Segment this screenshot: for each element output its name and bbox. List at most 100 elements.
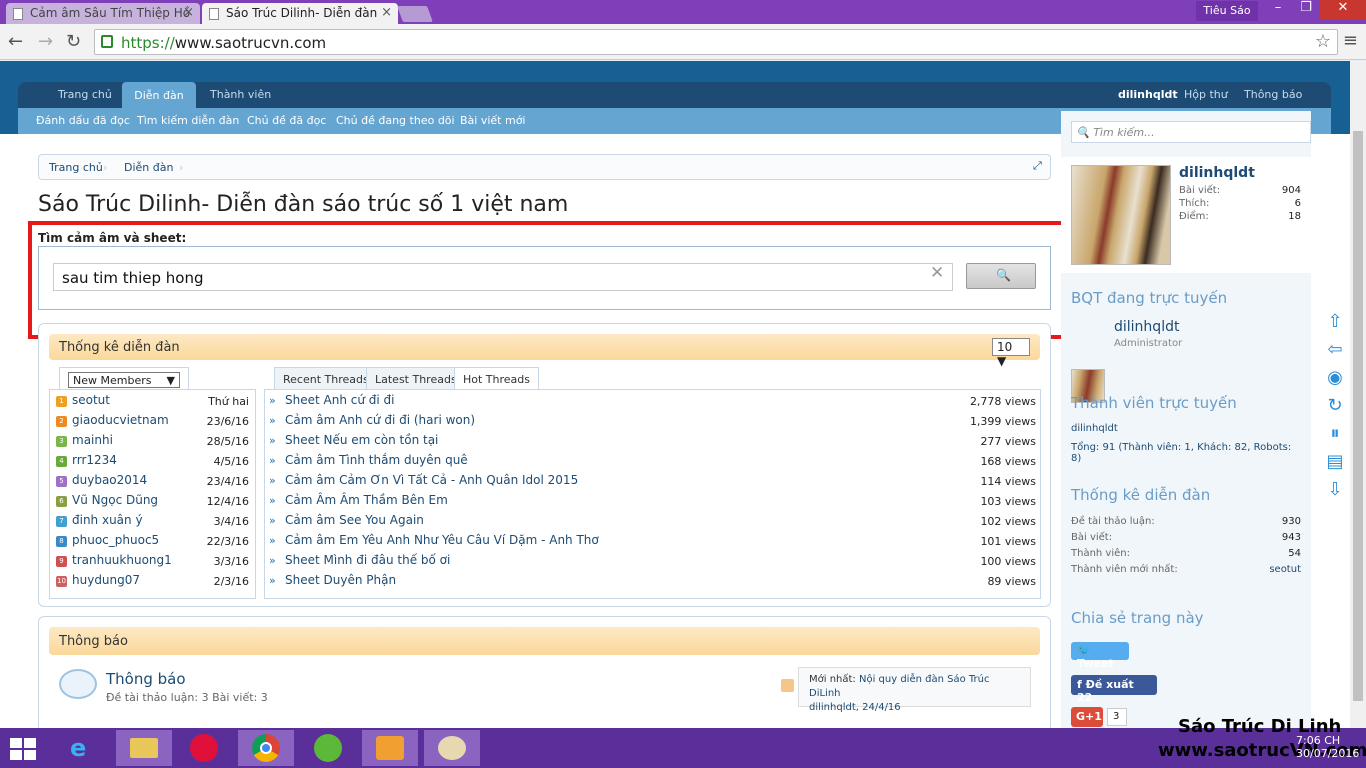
list-item[interactable]: 4 rrr1234 4/5/16 xyxy=(54,452,253,472)
bookmark-star-icon[interactable]: ☆ xyxy=(1315,31,1331,52)
browser-tab-strip: Cảm âm Sâu Tím Thiệp Hồ × Sáo Trúc Dilin… xyxy=(0,0,1366,24)
double-arrow-icon: » xyxy=(269,454,276,467)
profile-button[interactable]: Tiêu Sáo xyxy=(1196,1,1258,21)
rank-icon: 9 xyxy=(56,556,67,567)
staff-username[interactable]: dilinhqldt xyxy=(1114,319,1179,335)
subnav-new-posts[interactable]: Bài viết mới xyxy=(460,114,525,127)
sidebar-search-input[interactable]: 🔍 Tìm kiếm... xyxy=(1071,121,1311,143)
list-item[interactable]: 5 duybao2014 23/4/16 xyxy=(54,472,253,492)
subnav-mark-read[interactable]: Đánh dấu đã đọc xyxy=(36,114,130,127)
scrollbar-thumb[interactable] xyxy=(1353,131,1363,701)
avatar[interactable] xyxy=(1071,165,1171,265)
table-row[interactable]: » Cảm âm Cảm Ơn Vì Tất Cả - Anh Quân Idol… xyxy=(265,472,1040,492)
maximize-icon[interactable]: ❐ xyxy=(1292,0,1320,20)
external-link-icon[interactable]: ⤢ xyxy=(1033,159,1042,173)
nav-user[interactable]: dilinhqldt xyxy=(1118,88,1178,101)
online-total: Tổng: 91 (Thành viên: 1, Khách: 82, Robo… xyxy=(1071,442,1292,464)
file-explorer-icon[interactable] xyxy=(116,730,172,766)
nav-forum[interactable]: Diễn đàn xyxy=(122,82,196,110)
list-item[interactable]: 7 đinh xuân ý 3/4/16 xyxy=(54,512,253,532)
refresh-icon[interactable]: ↻ xyxy=(1325,396,1345,416)
page-icon xyxy=(209,8,219,20)
scroll-bottom-icon[interactable]: ⇩ xyxy=(1325,480,1345,500)
minimize-icon[interactable]: – xyxy=(1264,0,1292,20)
app-icon[interactable] xyxy=(176,730,232,766)
forum-stats-title: Thống kê diễn đàn xyxy=(1071,486,1211,504)
table-row[interactable]: » Cảm Âm Âm Thầm Bên Em 103 views xyxy=(265,492,1040,512)
nav-home[interactable]: Trang chủ xyxy=(58,88,112,101)
page-title: Sáo Trúc Dilinh- Diễn đàn sáo trúc số 1 … xyxy=(38,192,569,217)
google-plus-button[interactable]: G+1 xyxy=(1071,707,1103,727)
media-player-icon[interactable] xyxy=(362,730,418,766)
profile-username[interactable]: dilinhqldt xyxy=(1179,165,1255,181)
list-item[interactable]: 3 mainhi 28/5/16 xyxy=(54,432,253,452)
list-item[interactable]: 9 tranhuukhuong1 3/3/16 xyxy=(54,552,253,572)
reload-icon[interactable]: ↻ xyxy=(66,33,81,51)
paint-icon[interactable] xyxy=(424,730,480,766)
system-clock[interactable]: 7:06 CH 30/07/2016 xyxy=(1296,734,1359,760)
address-bar[interactable]: https://www.saotrucvn.com ☆ xyxy=(94,29,1338,55)
list-item[interactable]: 1 seotut Thứ hai xyxy=(54,392,253,412)
close-icon[interactable]: × xyxy=(183,5,194,20)
table-row[interactable]: » Sheet Duyên Phận 89 views xyxy=(265,572,1040,592)
search-icon: 🔍 xyxy=(1076,126,1090,139)
browser-tab-2[interactable]: Sáo Trúc Dilinh- Diễn đàn × xyxy=(202,3,398,24)
new-tab-button[interactable] xyxy=(397,6,433,22)
breadcrumb-home[interactable]: Trang chủ xyxy=(49,161,103,174)
list-item[interactable]: 2 giaoducvietnam 23/6/16 xyxy=(54,412,253,432)
close-window-icon[interactable]: ✕ xyxy=(1320,0,1366,20)
chrome-icon[interactable] xyxy=(238,730,294,766)
online-user-link[interactable]: dilinhqldt xyxy=(1071,423,1301,434)
table-row[interactable]: » Cảm âm Anh cứ đi đi (hari won) 1,399 vie… xyxy=(265,412,1040,432)
back-icon[interactable]: ← xyxy=(8,33,23,51)
subnav-read-threads[interactable]: Chủ đề đã đọc xyxy=(247,114,326,127)
facebook-like-button[interactable]: f Đề xuất 22 xyxy=(1071,675,1157,704)
pause-icon[interactable]: ⏸ xyxy=(1325,424,1345,444)
table-row[interactable]: » Sheet Anh cứ đi đi 2,778 views xyxy=(265,392,1040,412)
count-select[interactable]: 10 ▼ xyxy=(992,338,1030,368)
rank-icon: 8 xyxy=(56,536,67,547)
close-icon[interactable]: × xyxy=(381,5,392,20)
forum-title-link[interactable]: Thông báo xyxy=(106,670,186,688)
tab-latest-threads[interactable]: Latest Threads xyxy=(366,367,466,390)
share-title: Chia sẻ trang này xyxy=(1071,609,1204,627)
scroll-top-icon[interactable]: ⇧ xyxy=(1325,312,1345,332)
tab-recent-threads[interactable]: Recent Threads xyxy=(274,367,378,390)
newest-member-link[interactable]: seotut xyxy=(1269,564,1301,575)
browser-tab-1[interactable]: Cảm âm Sâu Tím Thiệp Hồ × xyxy=(6,3,200,24)
windows-start-icon[interactable] xyxy=(10,738,38,760)
page-icon[interactable]: ▤ xyxy=(1325,452,1345,472)
list-item[interactable]: 8 phuoc_phuoc5 22/3/16 xyxy=(54,532,253,552)
table-row[interactable]: » Cảm âm Tình thắm duyên quê 168 views xyxy=(265,452,1040,472)
internet-explorer-icon[interactable]: e xyxy=(56,730,112,766)
vertical-scrollbar[interactable] xyxy=(1350,61,1366,728)
table-row[interactable]: » Sheet Mình đi đâu thế bố ơi 100 views xyxy=(265,552,1040,572)
rss-icon[interactable] xyxy=(781,679,794,692)
nav-inbox[interactable]: Hộp thư xyxy=(1184,88,1228,101)
subnav-search[interactable]: Tìm kiếm diễn đàn xyxy=(137,114,239,127)
staff-role: Administrator xyxy=(1114,338,1183,349)
list-item[interactable]: 6 Vũ Ngọc Dũng 12/4/16 xyxy=(54,492,253,512)
tweet-button[interactable]: 🐦 Tweet xyxy=(1071,642,1129,670)
latest-post-meta[interactable]: dilinhqldt, 24/4/16 xyxy=(809,702,901,713)
coccoc-icon[interactable] xyxy=(300,730,356,766)
subnav-watched[interactable]: Chủ đề đang theo dõi xyxy=(336,114,455,127)
breadcrumb-forum[interactable]: Diễn đàn xyxy=(124,161,173,174)
table-row[interactable]: » Cảm âm See You Again 102 views xyxy=(265,512,1040,532)
members-dropdown[interactable]: New Members ▼ xyxy=(68,372,180,388)
chat-icon[interactable]: ◉ xyxy=(1325,368,1345,388)
table-row[interactable]: » Cảm âm Em Yêu Anh Như Yêu Câu Ví Dặm - … xyxy=(265,532,1040,552)
list-item[interactable]: 10 huydung07 2/3/16 xyxy=(54,572,253,592)
tab-hot-threads[interactable]: Hot Threads xyxy=(454,367,540,390)
page-icon xyxy=(13,8,23,20)
nav-alerts[interactable]: Thông báo xyxy=(1244,88,1302,101)
browser-toolbar: ← → ↻ https://www.saotrucvn.com ☆ ≡ xyxy=(0,24,1366,60)
nav-members[interactable]: Thành viên xyxy=(210,88,271,101)
forward-icon[interactable]: → xyxy=(38,33,53,51)
table-row[interactable]: » Sheet Nếu em còn tồn tại 277 views xyxy=(265,432,1040,452)
rank-icon: 1 xyxy=(56,396,67,407)
back-arrow-icon[interactable]: ⇦ xyxy=(1325,340,1345,360)
rank-icon: 5 xyxy=(56,476,67,487)
latest-post: Mới nhất: Nội quy diễn đàn Sáo Trúc DiLi… xyxy=(798,667,1031,713)
menu-icon[interactable]: ≡ xyxy=(1343,30,1358,51)
